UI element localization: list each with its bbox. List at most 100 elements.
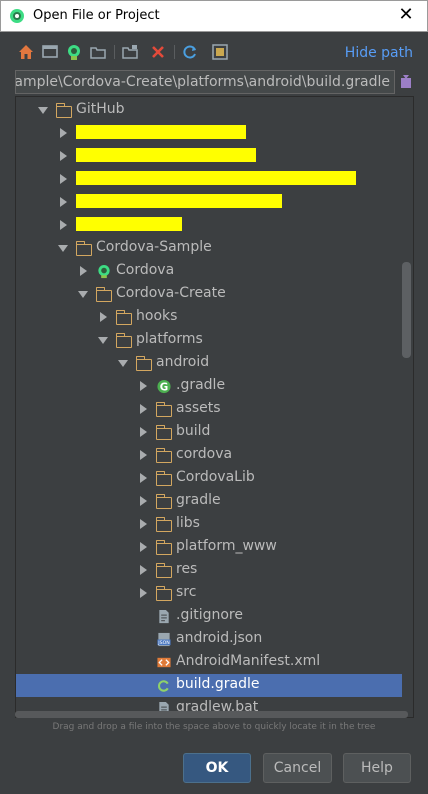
- tree-item-label: platforms: [136, 331, 203, 347]
- new-module-folder-icon[interactable]: [120, 42, 140, 62]
- chevron-right-icon[interactable]: [140, 404, 147, 414]
- tree-folder-row[interactable]: src: [16, 582, 402, 605]
- android-studio-icon: [10, 9, 24, 23]
- tree-folder-row[interactable]: build: [16, 421, 402, 444]
- path-value: ample\Cordova-Create\platforms\android\b…: [15, 74, 390, 90]
- tree-file-row[interactable]: build.gradle: [16, 674, 402, 697]
- chevron-right-icon[interactable]: [60, 220, 67, 230]
- folder-icon: [155, 517, 172, 532]
- tree-item-label: gradle: [176, 492, 221, 508]
- tree-folder-row[interactable]: cordova: [16, 444, 402, 467]
- tree-file-row[interactable]: JSON android.json: [16, 628, 402, 651]
- tree-file-row[interactable]: .gitignore: [16, 605, 402, 628]
- tree-item-label: platform_www: [176, 538, 277, 554]
- folder-icon: [155, 448, 172, 463]
- tree-folder-row[interactable]: CordovaLib: [16, 467, 402, 490]
- tree-item-label: .gradle: [176, 377, 226, 393]
- chevron-right-icon[interactable]: [60, 128, 67, 138]
- tree-item-label: src: [176, 584, 197, 600]
- json-icon: JSON: [157, 632, 171, 646]
- tree-file-row[interactable]: [16, 168, 402, 191]
- tree-folder-row[interactable]: assets: [16, 398, 402, 421]
- show-hidden-icon[interactable]: [210, 42, 230, 62]
- cancel-button[interactable]: Cancel: [263, 753, 332, 783]
- ok-button[interactable]: OK: [183, 753, 251, 783]
- redaction-mark: [76, 194, 282, 208]
- gradle-file-icon: [157, 680, 169, 692]
- tree-item-label: .gitignore: [176, 607, 243, 623]
- chevron-right-icon[interactable]: [140, 450, 147, 460]
- tree-folder-row[interactable]: hooks: [16, 306, 402, 329]
- folder-icon: [155, 425, 172, 440]
- vertical-scrollbar[interactable]: [402, 262, 411, 358]
- horizontal-scrollbar[interactable]: [15, 711, 408, 718]
- path-history-icon[interactable]: [399, 72, 413, 92]
- xml-icon: [157, 657, 171, 668]
- tree-folder-row[interactable]: res: [16, 559, 402, 582]
- hide-path-link[interactable]: Hide path: [345, 45, 413, 61]
- chevron-right-icon[interactable]: [60, 174, 67, 184]
- folder-icon: [95, 287, 112, 302]
- chevron-right-icon[interactable]: [140, 519, 147, 529]
- tree-item-label: GitHub: [76, 101, 125, 117]
- file-icon: [159, 609, 169, 624]
- chevron-right-icon[interactable]: [60, 197, 67, 207]
- folder-icon: [155, 563, 172, 578]
- tree-file-row[interactable]: [16, 214, 402, 237]
- chevron-right-icon[interactable]: [60, 151, 67, 161]
- tree-file-row[interactable]: [16, 122, 402, 145]
- chevron-right-icon[interactable]: [140, 542, 147, 552]
- path-input[interactable]: ample\Cordova-Create\platforms\android\b…: [15, 70, 395, 94]
- tree-folder-row[interactable]: platform_www: [16, 536, 402, 559]
- new-folder-icon[interactable]: [88, 42, 108, 62]
- close-icon[interactable]: ✕: [395, 4, 417, 25]
- android-icon[interactable]: [64, 42, 84, 62]
- redaction-mark: [76, 148, 256, 162]
- tree-file-row[interactable]: AndroidManifest.xml: [16, 651, 402, 674]
- desktop-icon[interactable]: [40, 42, 60, 62]
- toolbar-separator: [114, 45, 115, 59]
- home-icon[interactable]: [16, 42, 36, 62]
- chevron-right-icon[interactable]: [140, 381, 147, 391]
- chevron-right-icon[interactable]: [140, 565, 147, 575]
- title-bar: Open File or Project ✕: [0, 0, 428, 32]
- tree-file-row[interactable]: G .gradle: [16, 375, 402, 398]
- chevron-right-icon[interactable]: [140, 588, 147, 598]
- chevron-right-icon[interactable]: [80, 266, 87, 276]
- tree-item-label: libs: [176, 515, 200, 531]
- tree-folder-row[interactable]: Cordova-Create: [16, 283, 402, 306]
- tree-folder-row[interactable]: libs: [16, 513, 402, 536]
- chevron-down-icon[interactable]: [38, 107, 48, 114]
- folder-icon: [155, 471, 172, 486]
- chevron-down-icon[interactable]: [58, 245, 68, 252]
- chevron-right-icon[interactable]: [140, 496, 147, 506]
- tree-item-label: cordova: [176, 446, 233, 462]
- tree-folder-row[interactable]: gradle: [16, 490, 402, 513]
- redaction-mark: [76, 171, 356, 185]
- chevron-down-icon[interactable]: [98, 337, 108, 344]
- window-title: Open File or Project: [33, 8, 160, 23]
- refresh-icon[interactable]: [180, 42, 200, 62]
- tree-file-row[interactable]: [16, 145, 402, 168]
- tree-folder-row[interactable]: Cordova-Sample: [16, 237, 402, 260]
- delete-icon[interactable]: [148, 42, 168, 62]
- chevron-right-icon[interactable]: [140, 473, 147, 483]
- chevron-right-icon[interactable]: [140, 427, 147, 437]
- chevron-right-icon[interactable]: [100, 312, 107, 322]
- chevron-down-icon[interactable]: [118, 360, 128, 367]
- tree-file-row[interactable]: Cordova: [16, 260, 402, 283]
- tree-item-label: AndroidManifest.xml: [176, 653, 321, 669]
- gradle-g-icon: G: [157, 379, 171, 393]
- tree-item-label: Cordova-Sample: [96, 239, 212, 255]
- tree-folder-row[interactable]: android: [16, 352, 402, 375]
- help-button[interactable]: Help: [343, 753, 411, 783]
- folder-icon: [115, 310, 132, 325]
- tree-item-label: android: [156, 354, 210, 370]
- file-tree[interactable]: GitHub Cordova-Sample Cordova Cordova-Creat…: [15, 96, 414, 718]
- tree-folder-row[interactable]: platforms: [16, 329, 402, 352]
- tree-item-label: CordovaLib: [176, 469, 255, 485]
- tree-file-row[interactable]: [16, 191, 402, 214]
- chevron-down-icon[interactable]: [78, 291, 88, 298]
- svg-text:G: G: [160, 381, 168, 393]
- tree-folder-row[interactable]: GitHub: [16, 99, 402, 122]
